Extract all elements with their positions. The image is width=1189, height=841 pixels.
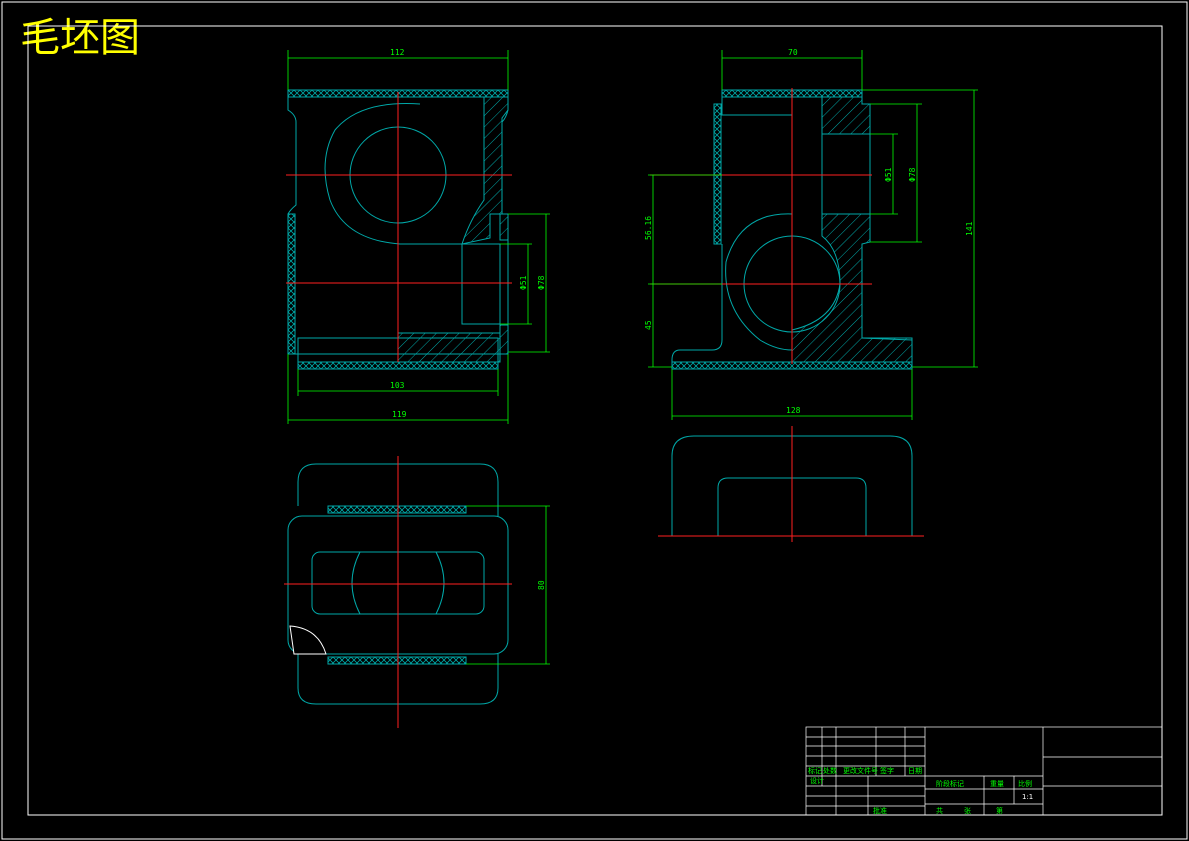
dim-side-height-lower: 45 (644, 320, 653, 330)
tb-label-scale: 比例 (1018, 779, 1032, 788)
tb-scale-value: 1:1 (1022, 793, 1033, 801)
dim-side-bore-large: Φ78 (908, 167, 917, 182)
front-bottom-hatch (397, 332, 501, 363)
top-view-allowance-top (327, 505, 467, 514)
drawing-frame (1, 1, 1188, 840)
dim-side-top-width: 70 (788, 48, 798, 57)
tb-label-sheet: 共 (936, 806, 943, 815)
dim-front-top-width: 112 (390, 48, 405, 57)
front-left-allowance (287, 213, 296, 355)
side-view (650, 88, 913, 370)
tb-label-stage: 阶段标记 (936, 779, 964, 788)
dim-side-height-total: 141 (965, 221, 974, 236)
top-view-allowance-bottom (327, 656, 467, 665)
blank-drawing: 112 103 119 Φ51 Φ78 70 Φ51 Φ78 141 56.16… (1, 1, 1188, 840)
tb-label-page: 张 (964, 806, 971, 815)
tb-label-doc: 更改文件号 (843, 766, 878, 775)
front-view (286, 89, 512, 370)
dim-front-bottom-outer: 119 (392, 410, 407, 419)
side-top-hatch (821, 96, 871, 135)
dim-front-bottom-inner: 103 (390, 381, 405, 390)
tb-label-sign: 签字 (880, 766, 894, 775)
tb-label-approve: 批准 (873, 806, 887, 815)
tb-label-count: 处数 (823, 766, 837, 775)
dim-side-height-upper: 56.16 (644, 216, 653, 240)
tb-label-no: 第 (996, 806, 1003, 815)
side-left-allowance (713, 103, 722, 245)
tb-label-weight: 重量 (990, 780, 1004, 788)
dim-front-bore-large: Φ78 (537, 275, 546, 290)
tb-label-date: 日期 (908, 767, 922, 775)
tb-label-design: 设计 (810, 776, 824, 785)
tb-label-mark: 标记 (808, 766, 822, 775)
bottom-view (658, 426, 924, 542)
dim-side-bore-small: Φ51 (884, 167, 893, 182)
dim-side-base-width: 128 (786, 406, 801, 415)
title-block: 标记 处数 更改文件号 签字 日期 设计 阶段标记 重量 比例 1:1 共 张 … (805, 726, 1163, 816)
top-view (284, 456, 512, 728)
dim-front-bore-small: Φ51 (519, 275, 528, 290)
front-bottom-allowance (297, 361, 499, 370)
side-body-hatch (791, 213, 913, 363)
dim-top-view-height: 80 (537, 580, 546, 590)
